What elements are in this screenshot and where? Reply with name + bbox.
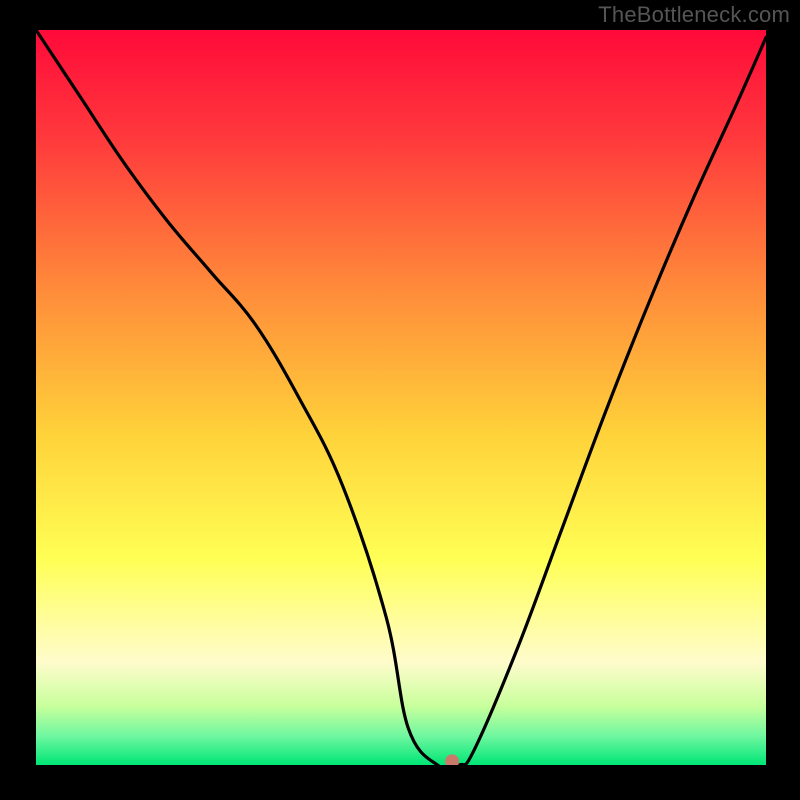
plot-frame: [36, 30, 766, 765]
gradient-background: [36, 30, 766, 765]
plot-svg: [36, 30, 766, 765]
watermark-label: TheBottleneck.com: [598, 2, 790, 28]
chart-container: TheBottleneck.com: [0, 0, 800, 800]
